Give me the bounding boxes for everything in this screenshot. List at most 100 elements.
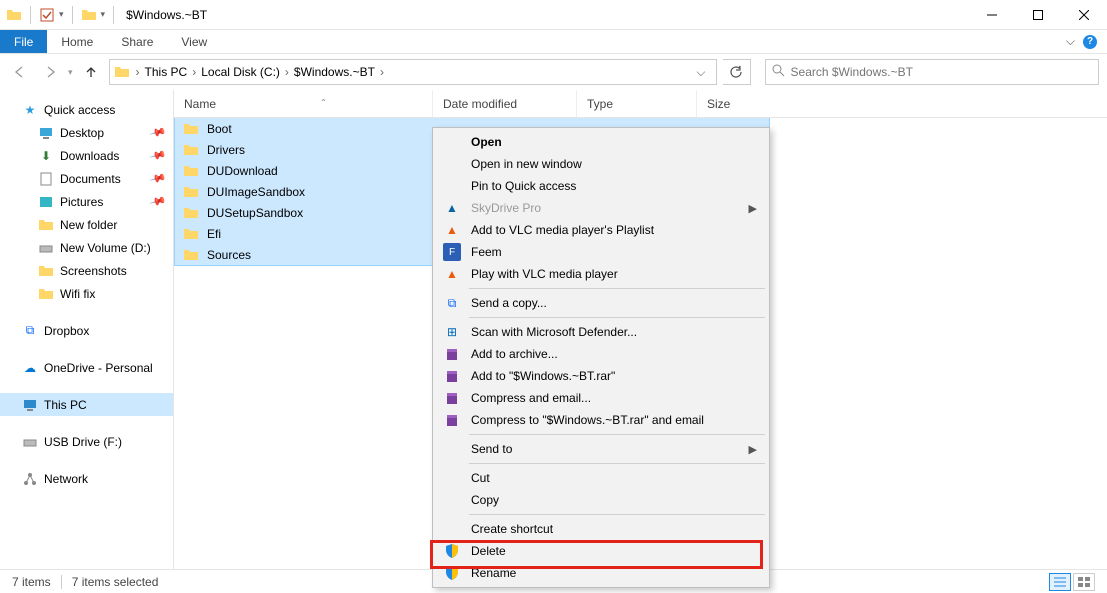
breadcrumb-item[interactable]: Local Disk (C:) [198, 65, 283, 79]
menu-skydrive-pro[interactable]: ▲SkyDrive Pro▶ [435, 197, 767, 219]
menu-create-shortcut[interactable]: Create shortcut [435, 518, 767, 540]
folder-icon [183, 247, 199, 263]
shield-icon: ⊞ [443, 323, 461, 341]
star-icon: ★ [22, 102, 38, 118]
up-button[interactable] [79, 60, 103, 84]
ribbon-tabs: File Home Share View ⌵ ? [0, 30, 1107, 54]
chevron-right-icon: ▶ [749, 443, 757, 456]
sidebar-usb[interactable]: USB Drive (F:) [0, 430, 173, 453]
column-headers: Nameˆ Date modified Type Size [174, 90, 1107, 118]
archive-icon [443, 367, 461, 385]
forward-button[interactable] [38, 60, 62, 84]
folder-icon [183, 226, 199, 242]
menu-vlc-play[interactable]: ▲Play with VLC media player [435, 263, 767, 285]
menu-pin-quick-access[interactable]: Pin to Quick access [435, 175, 767, 197]
minimize-button[interactable] [969, 0, 1015, 30]
breadcrumb-dropdown-icon[interactable]: ⌵ [690, 65, 711, 80]
sidebar-onedrive[interactable]: ☁ OneDrive - Personal [0, 356, 173, 379]
documents-icon [38, 171, 54, 187]
column-name[interactable]: Nameˆ [174, 90, 432, 117]
vlc-icon: ▲ [443, 221, 461, 239]
menu-add-archive[interactable]: Add to archive... [435, 343, 767, 365]
qat-dropdown-icon[interactable]: ▾ [59, 9, 64, 20]
menu-vlc-add[interactable]: ▲Add to VLC media player's Playlist [435, 219, 767, 241]
folder-icon [38, 286, 54, 302]
folder-icon [183, 205, 199, 221]
context-menu: Open Open in new window Pin to Quick acc… [432, 127, 770, 588]
sidebar-this-pc[interactable]: This PC [0, 393, 173, 416]
menu-compress-to-email[interactable]: Compress to "$Windows.~BT.rar" and email [435, 409, 767, 431]
sidebar-item-desktop[interactable]: Desktop📌 [0, 121, 173, 144]
column-size[interactable]: Size [696, 90, 776, 117]
folder-icon [38, 263, 54, 279]
pin-icon: 📌 [149, 169, 167, 187]
breadcrumb-item[interactable]: This PC [142, 65, 191, 79]
help-icon[interactable]: ? [1083, 35, 1097, 49]
menu-defender[interactable]: ⊞Scan with Microsoft Defender... [435, 321, 767, 343]
archive-icon [443, 411, 461, 429]
chevron-right-icon: ▶ [749, 202, 757, 215]
title-bar: ▾ ▾ $Windows.~BT [0, 0, 1107, 30]
desktop-icon [38, 125, 54, 141]
dropbox-icon: ⧉ [22, 323, 38, 339]
status-item-count: 7 items [12, 575, 51, 589]
menu-feem[interactable]: FFeem [435, 241, 767, 263]
sidebar-item-screenshots[interactable]: Screenshots [0, 259, 173, 282]
onedrive-icon: ☁ [22, 360, 38, 376]
qat-checkbox-icon[interactable] [39, 7, 55, 23]
menu-add-archive-to[interactable]: Add to "$Windows.~BT.rar" [435, 365, 767, 387]
menu-cut[interactable]: Cut [435, 467, 767, 489]
menu-send-copy[interactable]: ⧉Send a copy... [435, 292, 767, 314]
breadcrumb-item[interactable]: $Windows.~BT [291, 65, 378, 79]
sidebar-item-newvolume[interactable]: New Volume (D:) [0, 236, 173, 259]
folder-icon [183, 184, 199, 200]
menu-copy[interactable]: Copy [435, 489, 767, 511]
menu-compress-email[interactable]: Compress and email... [435, 387, 767, 409]
menu-delete[interactable]: Delete [435, 540, 767, 562]
sidebar-item-documents[interactable]: Documents📌 [0, 167, 173, 190]
sidebar-item-newfolder[interactable]: New folder [0, 213, 173, 236]
vlc-icon: ▲ [443, 265, 461, 283]
qat-dropdown-icon-2[interactable]: ▾ [101, 9, 106, 20]
ribbon-expand-icon[interactable]: ⌵ [1066, 34, 1075, 49]
downloads-icon: ⬇ [38, 148, 54, 164]
sidebar-item-pictures[interactable]: Pictures📌 [0, 190, 173, 213]
sidebar-dropbox[interactable]: ⧉ Dropbox [0, 319, 173, 342]
menu-rename[interactable]: Rename [435, 562, 767, 584]
folder-icon [114, 64, 130, 80]
menu-open[interactable]: Open [435, 131, 767, 153]
close-button[interactable] [1061, 0, 1107, 30]
window-title: $Windows.~BT [122, 8, 207, 22]
column-date[interactable]: Date modified [432, 90, 576, 117]
menu-open-new-window[interactable]: Open in new window [435, 153, 767, 175]
folder-icon [183, 121, 199, 137]
sidebar-network[interactable]: Network [0, 467, 173, 490]
pc-icon [22, 397, 38, 413]
menu-send-to[interactable]: Send to▶ [435, 438, 767, 460]
refresh-button[interactable] [723, 59, 751, 85]
search-icon [772, 64, 785, 80]
sort-asc-icon: ˆ [322, 97, 326, 111]
search-box[interactable] [765, 59, 1099, 85]
folder-icon [183, 142, 199, 158]
view-details-button[interactable] [1049, 573, 1071, 591]
tab-file[interactable]: File [0, 30, 47, 53]
tab-home[interactable]: Home [47, 30, 107, 53]
tab-view[interactable]: View [167, 30, 221, 53]
back-button[interactable] [8, 60, 32, 84]
qat-folder-icon[interactable] [81, 7, 97, 23]
recent-locations-icon[interactable]: ▾ [68, 67, 73, 78]
maximize-button[interactable] [1015, 0, 1061, 30]
search-input[interactable] [791, 65, 1092, 79]
sidebar-item-downloads[interactable]: ⬇ Downloads📌 [0, 144, 173, 167]
sidebar-item-wififix[interactable]: Wifi fix [0, 282, 173, 305]
tab-share[interactable]: Share [107, 30, 167, 53]
sidebar-quick-access[interactable]: ★ Quick access [0, 98, 173, 121]
shield-icon [443, 542, 461, 560]
view-thumbnails-button[interactable] [1073, 573, 1095, 591]
breadcrumb[interactable]: › This PC › Local Disk (C:) › $Windows.~… [109, 59, 717, 85]
app-folder-icon [6, 7, 22, 23]
shield-icon [443, 564, 461, 582]
pictures-icon [38, 194, 54, 210]
column-type[interactable]: Type [576, 90, 696, 117]
